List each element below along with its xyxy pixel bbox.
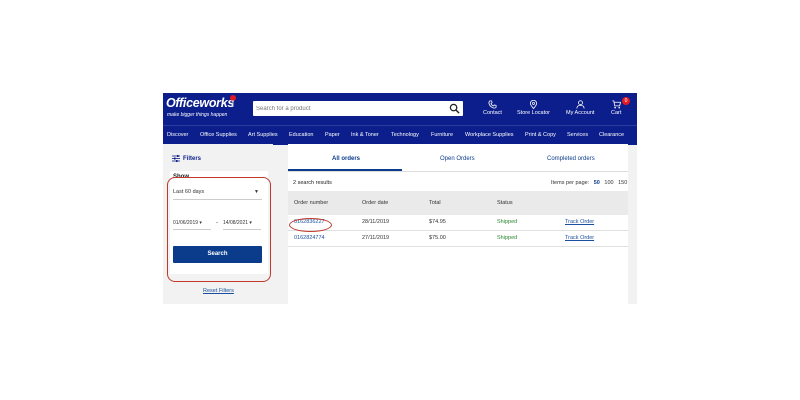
search-bar	[253, 101, 463, 116]
location-pin-icon	[529, 100, 538, 109]
sliders-icon	[172, 155, 180, 162]
nav-my-account[interactable]: My Account	[566, 100, 594, 116]
category-education[interactable]: Education	[289, 132, 313, 138]
cart-count-badge: 0	[622, 97, 630, 105]
header-order-date: Order date	[362, 200, 389, 206]
order-total: $75.00	[429, 235, 446, 241]
tab-all-orders[interactable]: All orders	[332, 156, 360, 162]
table-row: 0162824774 27/11/2019 $75.00 Shipped Tra…	[288, 231, 628, 247]
site-header: Officeworks make bigger things happen Co…	[163, 93, 637, 125]
reset-filters-link[interactable]: Reset Filters	[203, 288, 234, 294]
annotation-circle-filters	[167, 177, 271, 282]
per-page-option-150[interactable]: 150	[618, 180, 627, 186]
pushpin-icon	[230, 95, 236, 107]
category-workplace-supplies[interactable]: Workplace Supplies	[465, 132, 514, 138]
category-print-copy[interactable]: Print & Copy	[525, 132, 556, 138]
table-row: 0162836227 28/11/2019 $74.95 Shipped Tra…	[288, 215, 628, 231]
brand-logo[interactable]: Officeworks	[166, 96, 234, 110]
orders-table-header: Order number Order date Total Status	[288, 191, 628, 215]
nav-contact[interactable]: Contact	[483, 100, 502, 116]
phone-icon	[488, 100, 497, 109]
items-per-page-label: Items per page:	[551, 180, 590, 186]
header-total: Total	[429, 200, 441, 206]
per-page-option-100[interactable]: 100	[604, 180, 613, 186]
tab-open-orders[interactable]: Open Orders	[440, 156, 475, 162]
order-number-link[interactable]: 0162824774	[294, 235, 325, 241]
category-art-supplies[interactable]: Art Supplies	[248, 132, 278, 138]
order-total: $74.95	[429, 219, 446, 225]
category-paper[interactable]: Paper	[325, 132, 340, 138]
track-order-link[interactable]: Track Order	[565, 219, 594, 225]
track-order-link[interactable]: Track Order	[565, 235, 594, 241]
category-furniture[interactable]: Furniture	[431, 132, 453, 138]
search-icon[interactable]	[449, 103, 460, 114]
header-status: Status	[497, 200, 513, 206]
order-date: 27/11/2019	[362, 235, 390, 241]
category-clearance[interactable]: Clearance	[599, 132, 624, 138]
category-office-supplies[interactable]: Office Supplies	[200, 132, 237, 138]
nav-store-locator-label: Store Locator	[517, 110, 551, 116]
user-icon	[576, 100, 585, 109]
filters-toggle[interactable]: Filters	[172, 155, 201, 162]
orders-panel: All orders Open Orders Completed orders …	[288, 144, 628, 304]
category-ink-toner[interactable]: Ink & Toner	[351, 132, 379, 138]
items-per-page: Items per page: 50 100 150	[548, 180, 627, 186]
annotation-circle-order-number	[289, 218, 332, 232]
category-services[interactable]: Services	[567, 132, 588, 138]
order-status: Shipped	[497, 235, 518, 241]
results-count: 2 search results	[293, 180, 332, 186]
nav-cart-label: Cart	[611, 110, 622, 116]
order-date: 28/11/2019	[362, 219, 390, 225]
nav-contact-label: Contact	[483, 110, 502, 116]
filters-label: Filters	[183, 156, 202, 163]
category-nav: Discover Office Supplies Art Supplies Ed…	[163, 125, 637, 145]
brand-tagline: make bigger things happen	[167, 112, 228, 118]
header-order-number: Order number	[294, 200, 329, 206]
order-status: Shipped	[497, 219, 518, 225]
nav-my-account-label: My Account	[566, 110, 595, 116]
category-technology[interactable]: Technology	[391, 132, 419, 138]
cart-icon	[612, 100, 621, 109]
nav-cart[interactable]: Cart	[611, 100, 621, 116]
tab-divider	[288, 171, 628, 172]
nav-store-locator[interactable]: Store Locator	[517, 100, 550, 116]
per-page-option-50[interactable]: 50	[594, 180, 600, 186]
active-tab-indicator	[288, 169, 402, 171]
search-input[interactable]	[256, 101, 436, 116]
tab-completed-orders[interactable]: Completed orders	[547, 156, 595, 162]
category-discover[interactable]: Discover	[167, 132, 188, 138]
